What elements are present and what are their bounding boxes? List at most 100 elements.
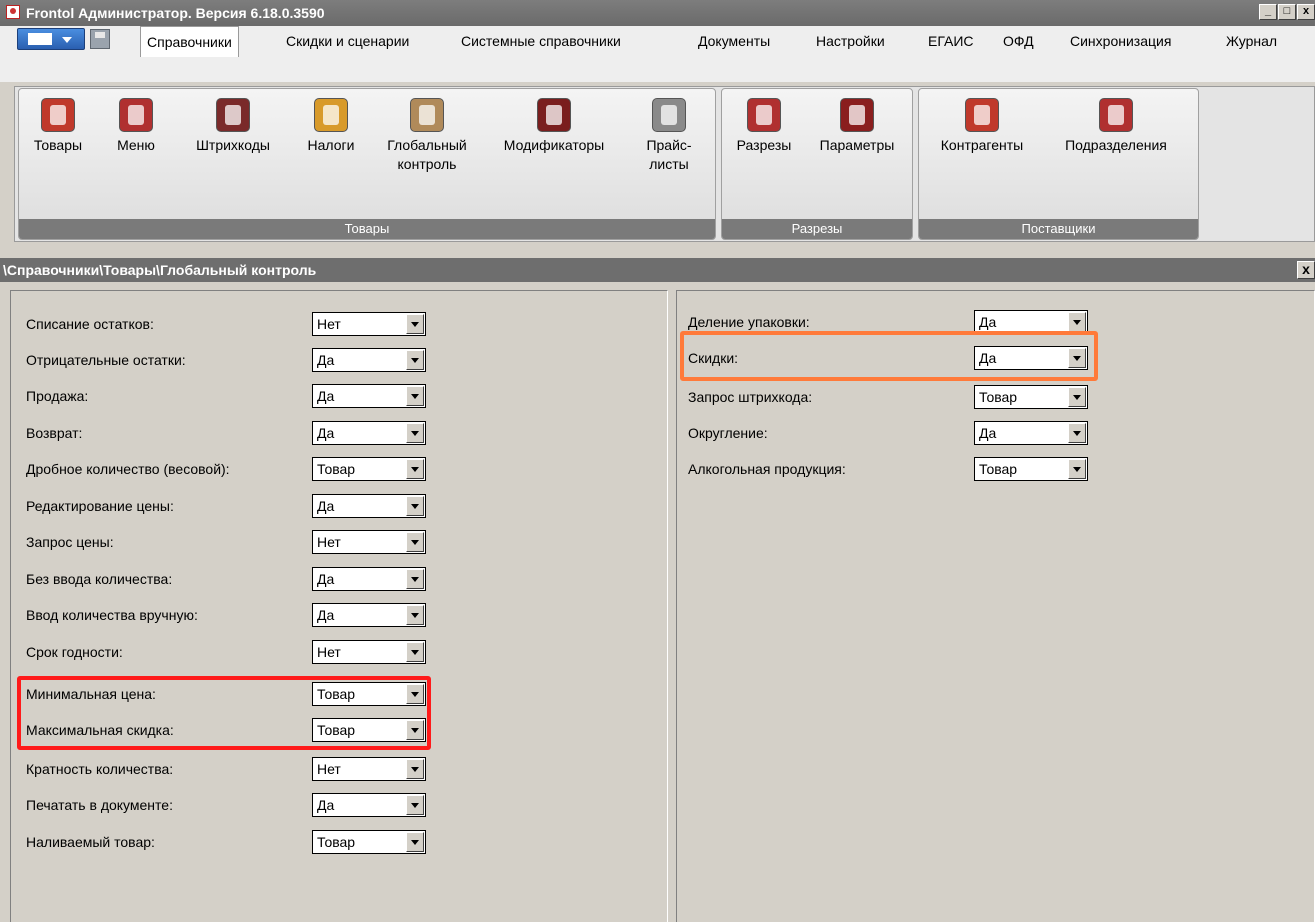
ribbon-button-label: Модификаторы <box>503 137 605 153</box>
chevron-down-icon[interactable] <box>1068 387 1086 407</box>
setting-row: Продажа: Да <box>26 384 426 408</box>
chevron-down-icon[interactable] <box>406 350 424 370</box>
maximize-button[interactable]: □ <box>1278 4 1296 20</box>
setting-label: Кратность количества: <box>26 761 174 777</box>
ribbon-button-barcodes[interactable]: Штрихкоды <box>177 98 289 155</box>
chevron-down-icon[interactable] <box>406 532 424 552</box>
tab-ofd[interactable]: ОФД <box>1003 29 1034 53</box>
setting-select[interactable]: Нет <box>312 757 426 781</box>
setting-select[interactable]: Да <box>312 793 426 817</box>
chevron-down-icon[interactable] <box>406 642 424 662</box>
setting-select[interactable]: Да <box>974 421 1088 445</box>
setting-select[interactable]: Да <box>312 603 426 627</box>
worker-icon <box>965 98 999 132</box>
tab-egais[interactable]: ЕГАИС <box>928 29 974 53</box>
setting-label: Отрицательные остатки: <box>26 352 186 368</box>
select-value: Да <box>317 607 335 623</box>
close-panel-button[interactable]: x <box>1297 261 1315 279</box>
select-value: Товар <box>317 834 356 850</box>
select-value: Да <box>317 388 335 404</box>
highlight-box-orange <box>680 331 1098 381</box>
ribbon-button-label: Контрагенты <box>940 137 1024 153</box>
setting-select[interactable]: Да <box>312 421 426 445</box>
ribbon-button-label: Параметры <box>819 137 895 153</box>
setting-label: Деление упаковки: <box>688 314 810 330</box>
setting-row: Редактирование цены: Да <box>26 494 426 518</box>
setting-select[interactable]: Да <box>312 348 426 372</box>
select-value: Да <box>979 314 997 330</box>
setting-select[interactable]: Да <box>312 384 426 408</box>
setting-row: Дробное количество (весовой): Товар <box>26 457 426 481</box>
chevron-down-icon[interactable] <box>406 459 424 479</box>
minimize-button[interactable]: _ <box>1259 4 1277 20</box>
ribbon-button-label: Разрезы <box>736 137 792 153</box>
setting-select[interactable]: Нет <box>312 530 426 554</box>
setting-row: Запрос штрихкода: Товар <box>688 385 1090 409</box>
setting-select[interactable]: Да <box>312 494 426 518</box>
setting-select[interactable]: Нет <box>312 640 426 664</box>
ribbon-button-goods[interactable]: Товары <box>24 98 92 155</box>
select-value: Нет <box>317 761 341 777</box>
setting-label: Дробное количество (весовой): <box>26 461 230 477</box>
ribbon-button-cuts[interactable]: Разрезы <box>724 98 804 155</box>
ribbon-button-menu[interactable]: Меню <box>106 98 166 155</box>
bottle-icon <box>41 98 75 132</box>
setting-label: Списание остатков: <box>26 316 154 332</box>
tab-settings[interactable]: Настройки <box>816 29 885 53</box>
setting-select[interactable]: Товар <box>974 385 1088 409</box>
ribbon-button-global-control[interactable]: Глобальный контроль <box>370 98 484 174</box>
chevron-down-icon[interactable] <box>406 386 424 406</box>
tab-journal[interactable]: Журнал <box>1226 29 1277 53</box>
chevron-down-icon[interactable] <box>406 832 424 852</box>
tab-discounts-scenarios[interactable]: Скидки и сценарии <box>286 29 409 53</box>
chevron-down-icon[interactable] <box>406 496 424 516</box>
app-menu-icon <box>28 33 52 45</box>
select-value: Да <box>317 352 335 368</box>
chevron-down-icon[interactable] <box>406 795 424 815</box>
setting-row: Печатать в документе: Да <box>26 793 426 817</box>
ribbon-button-taxes[interactable]: Налоги <box>293 98 369 155</box>
setting-row: Алкогольная продукция: Товар <box>688 457 1090 481</box>
select-value: Нет <box>317 644 341 660</box>
setting-select[interactable]: Да <box>312 567 426 591</box>
setting-label: Запрос штрихкода: <box>688 389 813 405</box>
ribbon-button-parameters[interactable]: Параметры <box>805 98 909 155</box>
close-window-button[interactable]: x <box>1297 4 1315 20</box>
ribbon-button-pricelists[interactable]: Прайс-листы <box>630 98 708 174</box>
setting-select[interactable]: Товар <box>312 457 426 481</box>
ribbon-button-divisions[interactable]: Подразделения <box>1044 98 1188 155</box>
setting-label: Редактирование цены: <box>26 498 174 514</box>
group-label: Разрезы <box>722 219 912 239</box>
setting-label: Алкогольная продукция: <box>688 461 846 477</box>
ribbon-button-label: Прайс- <box>646 137 692 153</box>
chevron-down-icon[interactable] <box>406 569 424 589</box>
tab-sync[interactable]: Синхронизация <box>1070 29 1171 53</box>
setting-row: Наливаемый товар: Товар <box>26 830 426 854</box>
app-menu-button[interactable] <box>17 28 85 50</box>
chevron-down-icon[interactable] <box>406 314 424 334</box>
chevron-down-icon[interactable] <box>1068 459 1086 479</box>
ribbon-button-modifiers[interactable]: Модификаторы <box>484 98 624 155</box>
tab-spravochniki[interactable]: Справочники <box>140 26 239 57</box>
setting-label: Продажа: <box>26 388 89 404</box>
tab-documents[interactable]: Документы <box>698 29 770 53</box>
app-icon <box>6 5 20 19</box>
ribbon-button-contractors[interactable]: Контрагенты <box>920 98 1044 155</box>
ribbon-button-label: Штрихкоды <box>196 137 270 153</box>
store-icon <box>1099 98 1133 132</box>
chevron-down-icon[interactable] <box>1068 423 1086 443</box>
setting-select[interactable]: Нет <box>312 312 426 336</box>
setting-select[interactable]: Товар <box>974 457 1088 481</box>
setting-row: Отрицательные остатки: Да <box>26 348 426 372</box>
chevron-down-icon[interactable] <box>406 605 424 625</box>
chevron-down-icon[interactable] <box>406 759 424 779</box>
chevron-down-icon[interactable] <box>1068 312 1086 332</box>
tab-system-directories[interactable]: Системные справочники <box>461 29 621 53</box>
ribbon-button-label-2: листы <box>649 156 689 172</box>
setting-row: Возврат: Да <box>26 421 426 445</box>
setting-select[interactable]: Товар <box>312 830 426 854</box>
group-label: Поставщики <box>919 219 1198 239</box>
setting-row: Запрос цены: Нет <box>26 530 426 554</box>
chevron-down-icon[interactable] <box>406 423 424 443</box>
save-icon[interactable] <box>90 29 110 49</box>
